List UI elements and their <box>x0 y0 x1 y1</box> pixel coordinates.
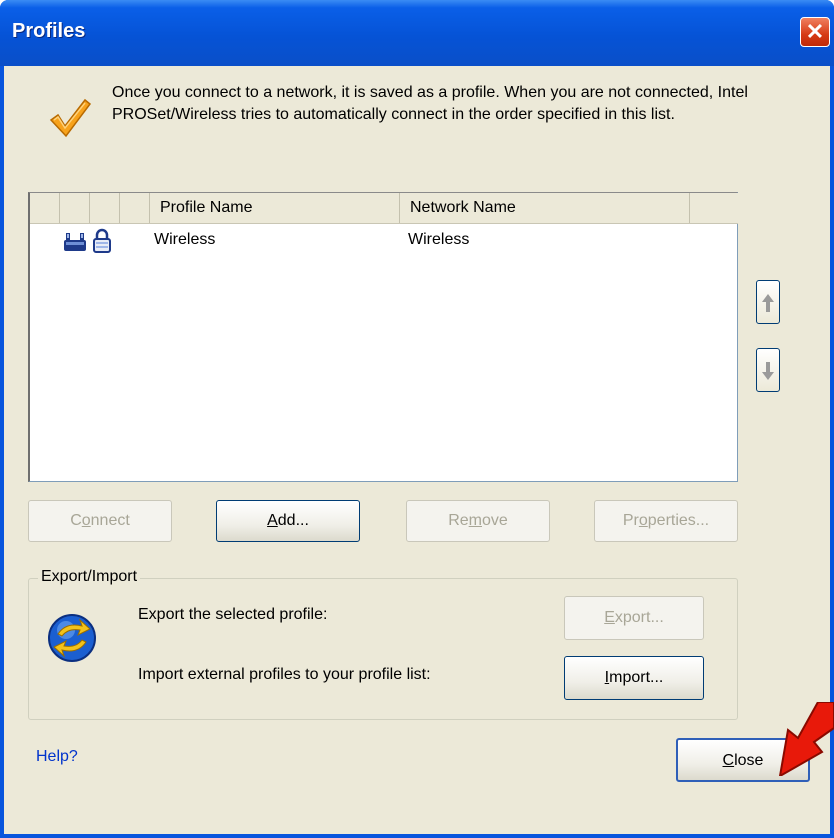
close-icon: ✕ <box>805 19 825 44</box>
header-icon-col-3[interactable] <box>90 193 120 223</box>
column-header-network-name[interactable]: Network Name <box>400 193 690 223</box>
remove-button[interactable]: Remove <box>406 500 550 542</box>
close-window-button[interactable]: ✕ <box>800 17 830 47</box>
export-import-icon <box>48 614 96 662</box>
pointer-arrow-icon <box>778 702 834 776</box>
import-label: Import external profiles to your profile… <box>138 666 431 683</box>
title-bar[interactable]: Profiles ✕ <box>0 0 834 66</box>
header-icon-col-4[interactable] <box>120 193 150 223</box>
profiles-dialog: Profiles ✕ Once you connect to a network… <box>0 0 834 838</box>
intro-description: Once you connect to a network, it is sav… <box>112 84 748 123</box>
connect-button[interactable]: Connect <box>28 500 172 542</box>
header-icon-col-1[interactable] <box>30 193 60 223</box>
export-button[interactable]: Export... <box>564 596 704 640</box>
add-button[interactable]: Add... <box>216 500 360 542</box>
properties-button[interactable]: Properties... <box>594 500 738 542</box>
list-header: Profile Name Network Name <box>30 193 738 224</box>
export-import-title: Export/Import <box>38 568 141 586</box>
network-adapter-icon <box>64 233 86 251</box>
arrow-up-icon <box>762 294 774 312</box>
move-down-button[interactable] <box>756 348 780 392</box>
column-header-profile-name[interactable]: Profile Name <box>150 193 400 223</box>
window-title: Profiles <box>12 20 86 42</box>
help-link[interactable]: Help? <box>36 748 78 766</box>
lock-icon <box>93 228 111 253</box>
row-network-name: Wireless <box>408 231 470 248</box>
checkmark-icon <box>49 98 92 138</box>
header-icon-col-2[interactable] <box>60 193 90 223</box>
arrow-down-icon <box>762 362 774 380</box>
import-button[interactable]: Import... <box>564 656 704 700</box>
export-label: Export the selected profile: <box>138 606 328 623</box>
header-filler <box>690 193 738 223</box>
row-profile-name: Wireless <box>154 231 216 248</box>
profile-list[interactable]: Profile Name Network Name Wireless Wirel… <box>28 192 738 482</box>
move-up-button[interactable] <box>756 280 780 324</box>
